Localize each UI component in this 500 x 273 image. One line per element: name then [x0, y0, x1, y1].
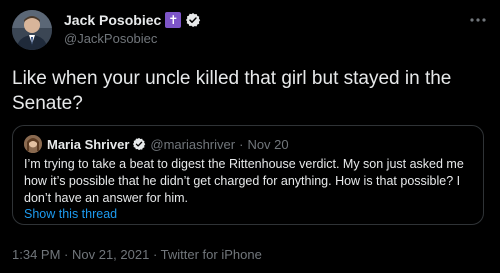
- quoted-tweet-text: I’m trying to take a beat to digest the …: [24, 157, 464, 205]
- author-display-name[interactable]: Jack Posobiec: [64, 12, 161, 28]
- author-names: Jack Posobiec ✝ @JackPosobiec: [64, 10, 201, 46]
- verified-badge-icon: [186, 13, 201, 27]
- tweet-date[interactable]: Nov 21, 2021: [72, 247, 149, 262]
- quoted-date: Nov 20: [247, 136, 289, 152]
- meta-separator: ·: [60, 247, 72, 262]
- author-avatar-image: [12, 10, 52, 50]
- tweet-header: Jack Posobiec ✝ @JackPosobiec: [12, 8, 488, 56]
- quoted-author-handle: @mariashriver: [150, 136, 236, 152]
- tweet-text: Like when your uncle killed that girl bu…: [12, 68, 452, 114]
- quoted-separator: ·: [239, 136, 244, 152]
- tweet-metadata: 1:34 PM · Nov 21, 2021 · Twitter for iPh…: [12, 247, 262, 262]
- quoted-tweet[interactable]: Maria Shriver @mariashriver · Nov 20 I’m…: [12, 125, 484, 225]
- quoted-author-avatar: [24, 135, 42, 153]
- cross-badge-icon: ✝: [165, 12, 182, 28]
- tweet-time[interactable]: 1:34 PM: [12, 247, 60, 262]
- quoted-author-name: Maria Shriver: [47, 136, 130, 152]
- quoted-verified-badge-icon: [133, 137, 146, 151]
- meta-separator: ·: [149, 247, 161, 262]
- author-handle[interactable]: @JackPosobiec: [64, 31, 201, 46]
- author-avatar[interactable]: [12, 10, 52, 50]
- quoted-tweet-header: Maria Shriver @mariashriver · Nov 20: [24, 135, 289, 153]
- author-display-row: Jack Posobiec ✝: [64, 10, 201, 30]
- show-thread-link[interactable]: Show this thread: [24, 207, 117, 221]
- more-horizontal-icon[interactable]: [468, 10, 488, 30]
- tweet-source[interactable]: Twitter for iPhone: [161, 247, 262, 262]
